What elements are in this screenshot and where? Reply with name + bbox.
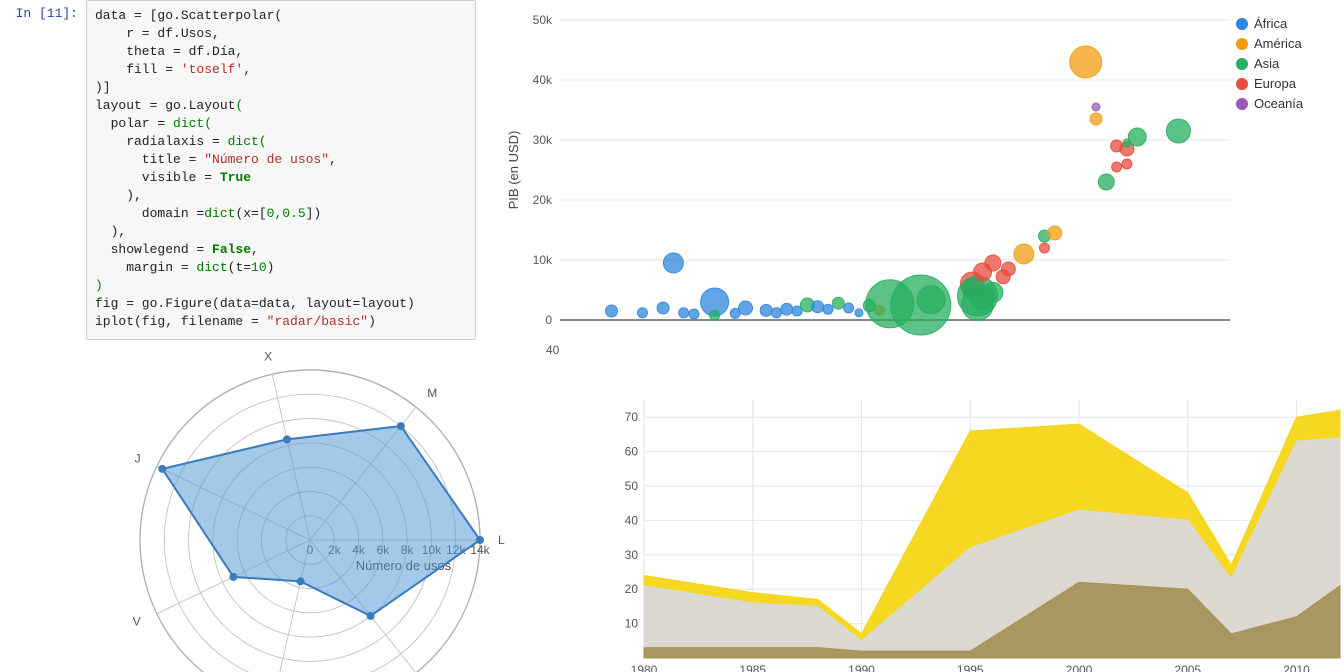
area-xtick: 1990 xyxy=(848,663,875,672)
radar-axis-label: M xyxy=(427,386,437,400)
bubble-point[interactable] xyxy=(983,282,1003,302)
bubble-point[interactable] xyxy=(985,255,1001,271)
radar-axis-label: J xyxy=(135,451,141,465)
area-xtick: 2005 xyxy=(1174,663,1201,672)
bubble-ytick: 0 xyxy=(545,313,552,327)
bubble-point[interactable] xyxy=(781,303,793,315)
area-xtick: 1985 xyxy=(739,663,766,672)
bubble-footer: 40 xyxy=(546,343,560,357)
bubble-ytick: 20k xyxy=(533,193,553,207)
bubble-point[interactable] xyxy=(1001,262,1015,276)
radar-point[interactable] xyxy=(283,435,291,443)
bubble-ytick: 40k xyxy=(533,73,553,87)
legend-swatch[interactable] xyxy=(1236,58,1248,70)
area-ytick: 60 xyxy=(625,445,639,459)
legend-label[interactable]: Oceanía xyxy=(1254,96,1304,111)
bubble-point[interactable] xyxy=(663,253,683,273)
bubble-point[interactable] xyxy=(1128,128,1146,146)
radar-point[interactable] xyxy=(158,465,166,473)
cell-prompt: In [11]: xyxy=(0,0,86,340)
code-block[interactable]: data = [go.Scatterpolar( r = df.Usos, th… xyxy=(86,0,476,340)
bubble-point[interactable] xyxy=(739,301,753,315)
bubble-point[interactable] xyxy=(1098,174,1114,190)
bubble-ytick: 10k xyxy=(533,253,553,267)
bubble-point[interactable] xyxy=(606,305,618,317)
radar-point[interactable] xyxy=(397,422,405,430)
bubble-point[interactable] xyxy=(1166,119,1190,143)
bubble-point[interactable] xyxy=(1122,159,1132,169)
bubble-point[interactable] xyxy=(710,310,720,320)
bubble-point[interactable] xyxy=(1112,162,1122,172)
bubble-point[interactable] xyxy=(823,304,833,314)
legend-label[interactable]: Asia xyxy=(1254,56,1280,71)
area-xtick: 1995 xyxy=(957,663,984,672)
radar-series[interactable] xyxy=(162,426,480,616)
area-ytick: 30 xyxy=(625,548,639,562)
legend-label[interactable]: África xyxy=(1254,16,1288,31)
area-ytick: 20 xyxy=(625,582,639,596)
radar-point[interactable] xyxy=(367,612,375,620)
area-xtick: 2000 xyxy=(1066,663,1093,672)
area-ytick: 70 xyxy=(625,410,639,424)
area-ytick: 50 xyxy=(625,479,639,493)
bubble-point[interactable] xyxy=(1092,103,1100,111)
bubble-point[interactable] xyxy=(812,301,824,313)
bubble-point[interactable] xyxy=(1070,46,1102,78)
legend-label[interactable]: Europa xyxy=(1254,76,1297,91)
bubble-point[interactable] xyxy=(689,309,699,319)
radar-point[interactable] xyxy=(297,577,305,585)
bubble-point[interactable] xyxy=(637,308,647,318)
radar-point[interactable] xyxy=(229,573,237,581)
radar-axis-label: L xyxy=(498,533,505,547)
bubble-ylabel: PIB (en USD) xyxy=(506,131,521,210)
area-ytick: 10 xyxy=(625,617,639,631)
bubble-ytick: 50k xyxy=(533,13,553,27)
jupyter-code-cell: In [11]: data = [go.Scatterpolar( r = df… xyxy=(0,0,476,340)
legend-swatch[interactable] xyxy=(1236,38,1248,50)
legend-swatch[interactable] xyxy=(1236,18,1248,30)
bubble-point[interactable] xyxy=(1014,244,1034,264)
bubble-ytick: 30k xyxy=(533,133,553,147)
bubble-point[interactable] xyxy=(1048,226,1062,240)
bubble-point[interactable] xyxy=(844,303,854,313)
legend-label[interactable]: América xyxy=(1254,36,1302,51)
bubble-point[interactable] xyxy=(917,286,945,314)
bubble-point[interactable] xyxy=(771,308,781,318)
radar-axis-label: X xyxy=(264,350,272,364)
bubble-point[interactable] xyxy=(657,302,669,314)
legend-swatch[interactable] xyxy=(1236,98,1248,110)
bubble-point[interactable] xyxy=(760,304,772,316)
area-xtick: 2010 xyxy=(1283,663,1310,672)
bubble-point[interactable] xyxy=(1039,243,1049,253)
bubble-point[interactable] xyxy=(679,308,689,318)
bubble-scatter-chart[interactable]: 0 10k 20k 30k 40k 50k PIB (en USD) 40 África Amér… xyxy=(500,0,1340,400)
area-ytick: 40 xyxy=(625,513,639,527)
stacked-area-chart[interactable]: 10 20 30 40 50 60 70 1980 1985 1990 1995 2000 2005 20… xyxy=(604,390,1344,672)
legend-swatch[interactable] xyxy=(1236,78,1248,90)
radar-axis-label: V xyxy=(133,615,141,629)
area-xtick: 1980 xyxy=(631,663,658,672)
bubble-point[interactable] xyxy=(832,297,844,309)
radar-chart[interactable]: LMXJVSD02k4k6k8k10k12k14kNúmero de usos xyxy=(60,330,560,672)
bubble-point[interactable] xyxy=(855,309,863,317)
radar-point[interactable] xyxy=(476,536,484,544)
bubble-point[interactable] xyxy=(1090,113,1102,125)
